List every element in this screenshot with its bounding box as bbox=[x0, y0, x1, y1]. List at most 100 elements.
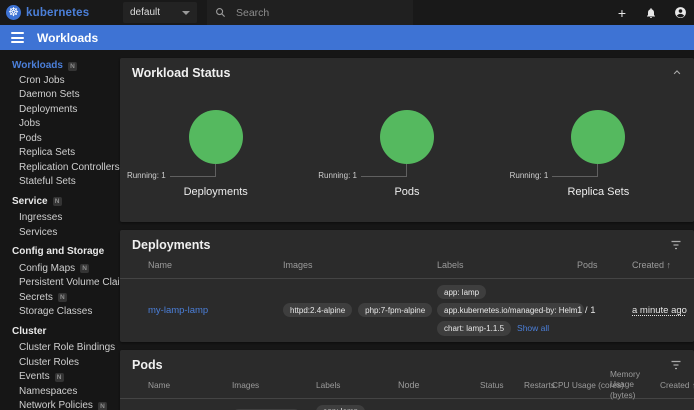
pod-row: my-lamp-lamp-5fd985cf68-jwvz4 httpd:2.4-… bbox=[120, 399, 694, 410]
column-header-labels[interactable]: Labels bbox=[316, 380, 398, 390]
pie-legend: Running: 1 bbox=[318, 171, 357, 180]
pods-pie-chart: Running: 1 Pods bbox=[311, 110, 502, 198]
column-header-pods[interactable]: Pods bbox=[577, 260, 632, 270]
sidebar-item-replica-sets[interactable]: Replica Sets bbox=[0, 146, 108, 161]
column-header-cpu-usage[interactable]: CPU Usage (cores) bbox=[552, 380, 610, 390]
sidebar-item-pods[interactable]: Pods bbox=[0, 132, 108, 147]
create-resource-button[interactable]: + bbox=[614, 5, 630, 21]
pie-label-connector: Running: 1 bbox=[552, 164, 598, 177]
deployments-card-title: Deployments bbox=[132, 238, 211, 252]
sidebar-item-daemon-sets[interactable]: Daemon Sets bbox=[0, 88, 108, 103]
sidebar-section-config-and-storage[interactable]: Config and Storage bbox=[0, 245, 108, 260]
label-chip: app.kubernetes.io/managed-by: Helm bbox=[437, 303, 584, 317]
deployment-name-link[interactable]: my-lamp-lamp bbox=[148, 305, 208, 316]
replica-sets-pie-chart: Running: 1 Replica Sets bbox=[503, 110, 694, 198]
namespaced-badge: N bbox=[53, 197, 62, 206]
column-header-name[interactable]: Name bbox=[148, 380, 232, 390]
column-header-status[interactable]: Status bbox=[480, 380, 524, 390]
sidebar-item-replication-controllers[interactable]: Replication Controllers bbox=[0, 161, 108, 176]
sidebar-item-jobs[interactable]: Jobs bbox=[0, 117, 108, 132]
pie-legend: Running: 1 bbox=[127, 171, 166, 180]
brand-text: kubernetes bbox=[26, 7, 89, 19]
column-header-created[interactable]: Created ↑ bbox=[660, 380, 684, 390]
workload-status-title: Workload Status bbox=[132, 66, 230, 80]
pie-running-segment bbox=[189, 110, 243, 164]
pods-card-title: Pods bbox=[132, 358, 163, 372]
chevron-down-icon bbox=[182, 11, 190, 15]
namespace-selector[interactable]: default bbox=[123, 2, 197, 23]
pie-label-connector: Running: 1 bbox=[170, 164, 216, 177]
search-input[interactable] bbox=[236, 7, 386, 19]
sidebar-item-network-policies[interactable]: Network PoliciesN bbox=[0, 399, 108, 410]
search-box bbox=[207, 0, 413, 25]
sidebar-item-service[interactable]: ServiceN bbox=[0, 195, 108, 210]
topbar-actions: + bbox=[614, 0, 688, 25]
column-header-images[interactable]: Images bbox=[283, 260, 437, 270]
app-bar: Workloads bbox=[0, 25, 694, 50]
sidebar-item-workloads[interactable]: WorkloadsN bbox=[0, 59, 108, 74]
sidebar-item-ingresses[interactable]: Ingresses bbox=[0, 211, 108, 226]
namespaced-badge: N bbox=[68, 62, 77, 71]
collapse-card-button[interactable] bbox=[672, 68, 682, 78]
sidebar-item-cluster-roles[interactable]: Cluster Roles bbox=[0, 356, 108, 371]
sidebar-item-storage-classes[interactable]: Storage Classes bbox=[0, 305, 108, 320]
deployment-row: my-lamp-lamp httpd:2.4-alpine php:7-fpm-… bbox=[120, 279, 694, 342]
label-chip: app: lamp bbox=[316, 405, 365, 410]
filter-icon bbox=[670, 240, 682, 250]
image-chip: php:7-fpm-alpine bbox=[358, 303, 432, 317]
column-header-created[interactable]: Created ↑ bbox=[632, 260, 684, 270]
column-header-labels[interactable]: Labels bbox=[437, 260, 577, 270]
pie-label-connector: Running: 1 bbox=[361, 164, 407, 177]
workload-status-charts: Running: 1 Deployments Running: 1 Pods R… bbox=[120, 110, 694, 198]
pie-legend: Running: 1 bbox=[510, 171, 549, 180]
label-chip: chart: lamp-1.1.5 bbox=[437, 321, 511, 335]
column-header-memory-usage[interactable]: Memory Usage (bytes) bbox=[610, 369, 660, 400]
namespaced-badge: N bbox=[80, 264, 89, 273]
sidebar-item-services[interactable]: Services bbox=[0, 226, 108, 241]
created-timestamp[interactable]: a minute ago bbox=[632, 305, 687, 316]
namespaced-badge: N bbox=[55, 373, 64, 382]
sidebar-nav: WorkloadsN Cron Jobs Daemon Sets Deploym… bbox=[0, 50, 108, 410]
column-header-images[interactable]: Images bbox=[232, 380, 316, 390]
column-header-name[interactable]: Name bbox=[148, 260, 283, 270]
sidebar-item-config-maps[interactable]: Config MapsN bbox=[0, 262, 108, 277]
top-bar: ☸ kubernetes default + bbox=[0, 0, 694, 25]
namespaced-badge: N bbox=[58, 293, 67, 302]
chart-title: Deployments bbox=[184, 186, 248, 198]
sidebar-item-stateful-sets[interactable]: Stateful Sets bbox=[0, 175, 108, 190]
hamburger-menu-icon[interactable] bbox=[11, 32, 24, 43]
label-chip: app: lamp bbox=[437, 285, 486, 299]
sidebar-item-persistent-volume-claims[interactable]: Persistent Volume ClaimsN bbox=[0, 276, 108, 291]
sidebar-item-cluster-role-bindings[interactable]: Cluster Role Bindings bbox=[0, 341, 108, 356]
page-title: Workloads bbox=[37, 31, 98, 45]
pie-running-segment bbox=[571, 110, 625, 164]
notifications-button[interactable] bbox=[643, 5, 659, 21]
column-header-node[interactable]: Node bbox=[398, 380, 480, 390]
plus-icon: + bbox=[618, 6, 626, 20]
user-menu-button[interactable] bbox=[672, 5, 688, 21]
deployments-pie-chart: Running: 1 Deployments bbox=[120, 110, 311, 198]
sidebar-item-deployments[interactable]: Deployments bbox=[0, 103, 108, 118]
chevron-up-icon bbox=[672, 68, 682, 78]
show-all-labels-link[interactable]: Show all bbox=[517, 323, 549, 333]
chart-title: Pods bbox=[394, 186, 419, 198]
filter-button[interactable] bbox=[670, 360, 682, 370]
namespace-value: default bbox=[130, 7, 182, 18]
sidebar-item-namespaces[interactable]: Namespaces bbox=[0, 385, 108, 400]
deployments-table-header: Name Images Labels Pods Created ↑ bbox=[120, 252, 694, 279]
pods-ratio: 1 / 1 bbox=[577, 305, 632, 316]
namespaced-badge: N bbox=[98, 402, 107, 410]
column-header-restarts[interactable]: Restarts bbox=[524, 380, 552, 390]
account-icon bbox=[674, 6, 687, 19]
image-chip: httpd:2.4-alpine bbox=[283, 303, 352, 317]
sidebar-item-secrets[interactable]: SecretsN bbox=[0, 291, 108, 306]
sidebar-item-events[interactable]: EventsN bbox=[0, 370, 108, 385]
filter-button[interactable] bbox=[670, 240, 682, 250]
sidebar-item-cron-jobs[interactable]: Cron Jobs bbox=[0, 74, 108, 89]
main-content: Workload Status Running: 1 Deployments R… bbox=[108, 50, 694, 410]
kubernetes-logo[interactable]: ☸ kubernetes bbox=[6, 5, 89, 20]
sidebar-section-cluster[interactable]: Cluster bbox=[0, 325, 108, 340]
deployments-card: Deployments Name Images Labels Pods Crea… bbox=[120, 230, 694, 342]
search-icon bbox=[215, 7, 226, 18]
pods-table-header: Name Images Labels Node Status Restarts … bbox=[120, 372, 694, 399]
